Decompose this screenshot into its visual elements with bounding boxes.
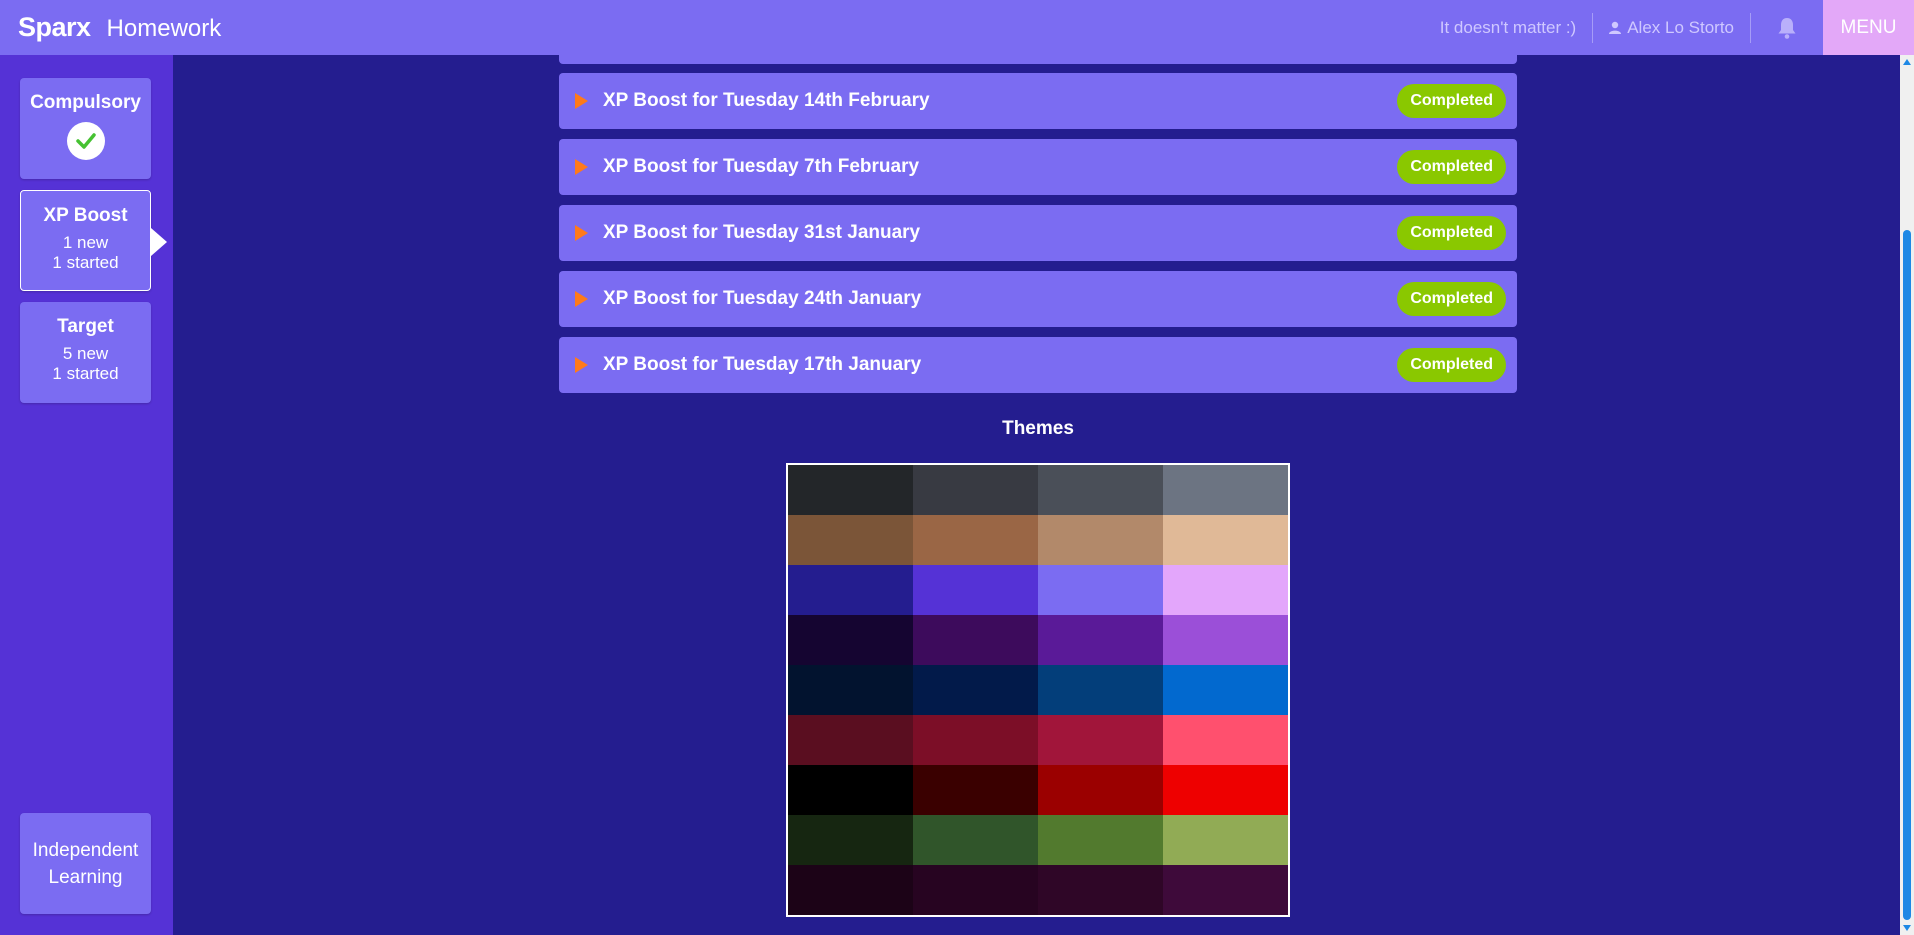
sidebar-item-independent-learning[interactable]: Independent Learning — [20, 813, 151, 914]
theme-swatch-30[interactable] — [913, 815, 1038, 865]
theme-swatch-9[interactable] — [788, 565, 913, 615]
theme-swatch-2[interactable] — [913, 465, 1038, 515]
expand-arrow-icon — [575, 159, 588, 175]
list-item-partial[interactable] — [559, 48, 1517, 64]
theme-swatch-1[interactable] — [788, 465, 913, 515]
menu-button[interactable]: MENU — [1823, 0, 1914, 55]
xp-boost-started-count: 1 started — [52, 253, 119, 272]
theme-swatch-7[interactable] — [1038, 515, 1163, 565]
theme-swatch-18[interactable] — [913, 665, 1038, 715]
top-bar: Sparx Homework It doesn't matter :) Alex… — [0, 0, 1914, 55]
sidebar-item-xp-boost[interactable]: XP Boost 1 new 1 started — [20, 190, 151, 291]
motto-text: It doesn't matter :) — [1439, 17, 1577, 37]
active-indicator-arrow — [151, 228, 167, 256]
list-item-label: XP Boost for Tuesday 17th January — [603, 354, 922, 375]
theme-swatch-10[interactable] — [913, 565, 1038, 615]
theme-swatch-33[interactable] — [788, 865, 913, 915]
target-started-count: 1 started — [52, 364, 119, 383]
theme-swatch-22[interactable] — [913, 715, 1038, 765]
status-badge: Completed — [1397, 216, 1506, 250]
notifications-button[interactable] — [1751, 17, 1823, 39]
themes-title: Themes — [1002, 418, 1074, 439]
theme-swatch-27[interactable] — [1038, 765, 1163, 815]
sidebar-item-compulsory[interactable]: Compulsory — [20, 78, 151, 179]
theme-swatch-15[interactable] — [1038, 615, 1163, 665]
scrollbar[interactable] — [1900, 55, 1914, 935]
scroll-down-arrow-icon[interactable] — [1903, 925, 1911, 931]
sidebar-item-target[interactable]: Target 5 new 1 started — [20, 302, 151, 403]
theme-swatch-13[interactable] — [788, 615, 913, 665]
theme-swatch-31[interactable] — [1038, 815, 1163, 865]
user-icon — [1609, 21, 1622, 34]
theme-swatch-36[interactable] — [1163, 865, 1288, 915]
sidebar-item-label: Independent Learning — [33, 837, 139, 891]
expand-arrow-icon — [575, 291, 588, 307]
list-item[interactable]: XP Boost for Tuesday 17th January Comple… — [559, 337, 1517, 393]
sparx-logo[interactable]: Sparx — [18, 12, 91, 43]
theme-swatch-3[interactable] — [1038, 465, 1163, 515]
completed-check-icon — [66, 122, 105, 160]
theme-swatch-12[interactable] — [1163, 565, 1288, 615]
scroll-up-arrow-icon[interactable] — [1903, 59, 1911, 65]
independent-line2: Learning — [48, 866, 123, 888]
theme-swatch-11[interactable] — [1038, 565, 1163, 615]
theme-swatch-14[interactable] — [913, 615, 1038, 665]
list-item-label: XP Boost for Tuesday 31st January — [603, 222, 921, 243]
expand-arrow-icon — [575, 93, 588, 109]
independent-line1: Independent — [32, 839, 139, 861]
bell-icon — [1778, 17, 1796, 39]
list-item[interactable]: XP Boost for Tuesday 14th February Compl… — [559, 73, 1517, 129]
theme-swatch-28[interactable] — [1163, 765, 1288, 815]
sidebar-item-label: XP Boost — [43, 205, 128, 226]
theme-swatch-23[interactable] — [1038, 715, 1163, 765]
theme-swatch-29[interactable] — [788, 815, 913, 865]
theme-swatch-4[interactable] — [1163, 465, 1288, 515]
target-new-count: 5 new — [62, 344, 109, 363]
theme-swatch-25[interactable] — [788, 765, 913, 815]
user-info[interactable]: Alex Lo Storto — [1593, 18, 1750, 38]
theme-swatch-24[interactable] — [1163, 715, 1288, 765]
status-badge: Completed — [1397, 348, 1506, 382]
theme-swatch-16[interactable] — [1163, 615, 1288, 665]
theme-swatch-8[interactable] — [1163, 515, 1288, 565]
theme-swatch-35[interactable] — [1038, 865, 1163, 915]
scrollbar-thumb[interactable] — [1903, 230, 1911, 920]
topbar-right: It doesn't matter :) Alex Lo Storto MENU — [1440, 0, 1914, 55]
sidebar-item-label: Target — [57, 316, 114, 337]
theme-swatch-21[interactable] — [788, 715, 913, 765]
xp-boost-new-count: 1 new — [62, 233, 109, 252]
theme-swatch-5[interactable] — [788, 515, 913, 565]
theme-swatch-34[interactable] — [913, 865, 1038, 915]
expand-arrow-icon — [575, 357, 588, 373]
list-item[interactable]: XP Boost for Tuesday 31st January Comple… — [559, 205, 1517, 261]
status-badge: Completed — [1397, 282, 1506, 316]
theme-swatch-19[interactable] — [1038, 665, 1163, 715]
list-item-label: XP Boost for Tuesday 14th February — [603, 90, 930, 111]
app-title: Homework — [106, 15, 222, 42]
list-item-label: XP Boost for Tuesday 7th February — [603, 156, 920, 177]
list-item-label: XP Boost for Tuesday 24th January — [603, 288, 922, 309]
user-name: Alex Lo Storto — [1627, 17, 1734, 37]
expand-arrow-icon — [575, 225, 588, 241]
theme-swatch-20[interactable] — [1163, 665, 1288, 715]
status-badge: Completed — [1397, 84, 1506, 118]
theme-swatch-26[interactable] — [913, 765, 1038, 815]
theme-swatch-32[interactable] — [1163, 815, 1288, 865]
list-item[interactable]: XP Boost for Tuesday 7th February Comple… — [559, 139, 1517, 195]
theme-swatch-17[interactable] — [788, 665, 913, 715]
brand: Sparx Homework — [18, 12, 221, 43]
status-badge: Completed — [1397, 150, 1506, 184]
list-item[interactable]: XP Boost for Tuesday 24th January Comple… — [559, 271, 1517, 327]
sidebar: Compulsory XP Boost 1 new 1 started Targ… — [0, 55, 173, 935]
sidebar-item-label: Compulsory — [30, 92, 141, 113]
theme-swatch-6[interactable] — [913, 515, 1038, 565]
themes-grid — [786, 463, 1290, 917]
